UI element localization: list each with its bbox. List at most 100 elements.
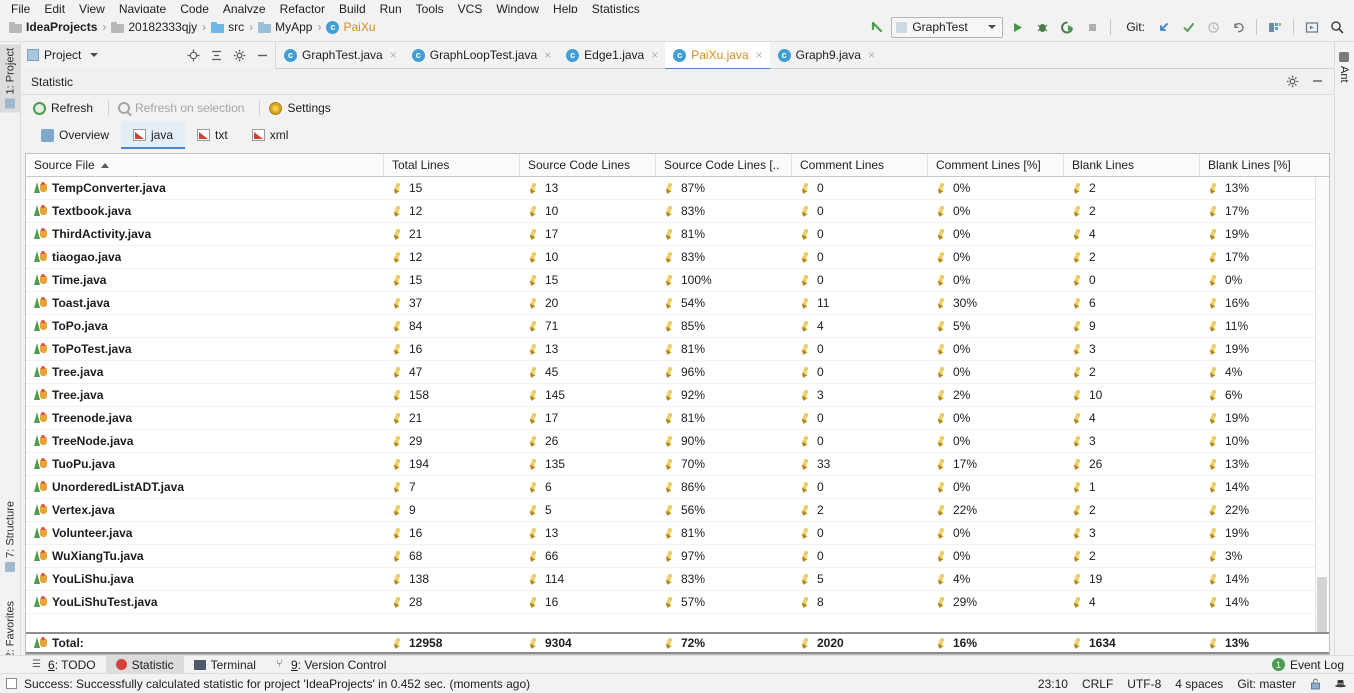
hide-icon[interactable] xyxy=(255,48,269,62)
preview-icon[interactable] xyxy=(1301,16,1323,38)
statistic-tab-java[interactable]: java xyxy=(121,121,186,149)
bottom-tab-versioncontrol[interactable]: ⑂ 9: Version Control xyxy=(266,656,396,674)
column-header-blank-lines[interactable]: Blank Lines xyxy=(1064,154,1200,176)
table-row[interactable]: TuoPu.java 194 135 70% 33 17% 26 13% xyxy=(26,453,1329,476)
table-row[interactable]: Volunteer.java 16 13 81% 0 0% 3 19% xyxy=(26,522,1329,545)
table-row[interactable]: Tree.java 158 145 92% 3 2% 10 6% xyxy=(26,384,1329,407)
collapse-all-icon[interactable] xyxy=(209,48,223,62)
close-icon[interactable]: × xyxy=(651,48,658,62)
gear-icon[interactable] xyxy=(232,48,246,62)
column-header-total-lines[interactable]: Total Lines xyxy=(384,154,520,176)
breadcrumb-item-paixu[interactable]: PaiXu xyxy=(323,20,378,34)
structure-icon[interactable] xyxy=(1264,16,1286,38)
breadcrumb-item-ideaprojects[interactable]: IdeaProjects xyxy=(6,20,100,34)
column-header-source-code-lines[interactable]: Source Code Lines [.. xyxy=(656,154,792,176)
hector-icon[interactable] xyxy=(1334,678,1346,689)
table-total-row[interactable]: Total: 12958 9304 72% 2020 16% 1634 13% xyxy=(26,632,1329,654)
menu-item-tools[interactable]: Tools xyxy=(409,3,451,14)
breadcrumb-item-src[interactable]: src xyxy=(208,20,247,34)
editor-tab-edge1[interactable]: Edge1.java × xyxy=(558,42,665,69)
editor-tab-graph9[interactable]: Graph9.java × xyxy=(770,42,882,69)
table-row[interactable]: Vertex.java 9 5 56% 2 22% 2 22% xyxy=(26,499,1329,522)
menu-item-code[interactable]: Code xyxy=(173,3,216,14)
table-row[interactable]: WuXiangTu.java 68 66 97% 0 0% 2 3% xyxy=(26,545,1329,568)
table-row[interactable]: Time.java 15 15 100% 0 0% 0 0% xyxy=(26,269,1329,292)
run-icon[interactable] xyxy=(1006,16,1028,38)
menu-item-help[interactable]: Help xyxy=(546,3,585,14)
breadcrumb-item-myapp[interactable]: MyApp xyxy=(255,20,315,34)
table-row[interactable]: TreeNode.java 29 26 90% 0 0% 3 10% xyxy=(26,430,1329,453)
status-indent[interactable]: 4 spaces xyxy=(1175,677,1223,691)
table-row[interactable]: YouLiShu.java 138 114 83% 5 4% 19 14% xyxy=(26,568,1329,591)
status-line-separator[interactable]: CRLF xyxy=(1082,677,1113,691)
search-icon[interactable] xyxy=(1326,16,1348,38)
menu-item-statistics[interactable]: Statistics xyxy=(585,3,647,14)
history-icon[interactable] xyxy=(1202,16,1224,38)
editor-tab-graphlooptest[interactable]: GraphLoopTest.java × xyxy=(404,42,558,69)
left-tab-project[interactable]: 1: Project xyxy=(0,44,21,113)
table-row[interactable]: tiaogao.java 12 10 83% 0 0% 2 17% xyxy=(26,246,1329,269)
menu-item-navigate[interactable]: Navigate xyxy=(112,3,173,14)
column-header-blank-lines[interactable]: Blank Lines [%] xyxy=(1200,154,1329,176)
table-row[interactable]: YouLiShuTest.java 28 16 57% 8 29% 4 14% xyxy=(26,591,1329,614)
rollback-icon[interactable] xyxy=(1227,16,1249,38)
column-header-source-code-lines[interactable]: Source Code Lines xyxy=(520,154,656,176)
editor-tab-graphtest[interactable]: GraphTest.java × xyxy=(276,42,404,69)
menu-item-refactor[interactable]: Refactor xyxy=(273,3,332,14)
refresh-button[interactable]: Refresh xyxy=(31,99,101,117)
close-icon[interactable]: × xyxy=(756,48,763,62)
lock-icon[interactable] xyxy=(1310,678,1320,690)
scrollbar-thumb[interactable] xyxy=(1317,577,1327,637)
column-header-source-file[interactable]: Source File xyxy=(26,154,384,176)
right-tab-ant[interactable]: Ant xyxy=(1334,48,1354,87)
menu-item-edit[interactable]: Edit xyxy=(37,3,72,14)
status-git-branch[interactable]: Git: master xyxy=(1237,677,1296,691)
table-row[interactable]: ThirdActivity.java 21 17 81% 0 0% 4 19% xyxy=(26,223,1329,246)
menu-item-view[interactable]: View xyxy=(72,3,112,14)
bottom-tab-terminal[interactable]: Terminal xyxy=(184,656,266,674)
close-icon[interactable]: × xyxy=(390,48,397,62)
chevron-down-icon[interactable] xyxy=(90,53,99,57)
breadcrumb-item-20182333qjy[interactable]: 20182333qjy xyxy=(108,20,200,34)
statistic-tab-overview[interactable]: Overview xyxy=(29,121,121,149)
editor-tab-paixu[interactable]: PaiXu.java × xyxy=(665,41,771,69)
bottom-tab-statistic[interactable]: Statistic xyxy=(105,655,184,674)
menu-item-build[interactable]: Build xyxy=(332,3,373,14)
menu-item-run[interactable]: Run xyxy=(373,3,409,14)
debug-icon[interactable] xyxy=(1031,16,1053,38)
table-row[interactable]: UnorderedListADT.java 7 6 86% 0 0% 1 14% xyxy=(26,476,1329,499)
column-header-comment-lines[interactable]: Comment Lines xyxy=(792,154,928,176)
menu-item-analyze[interactable]: Analyze xyxy=(216,3,273,14)
back-arrow-icon[interactable] xyxy=(866,16,888,38)
menu-item-file[interactable]: File xyxy=(4,3,37,14)
minimize-icon[interactable] xyxy=(1311,74,1324,90)
update-project-icon[interactable] xyxy=(1152,16,1174,38)
close-icon[interactable]: × xyxy=(544,48,551,62)
stop-icon[interactable] xyxy=(1081,16,1103,38)
locate-icon[interactable] xyxy=(186,48,200,62)
menu-item-vcs[interactable]: VCS xyxy=(451,3,490,14)
table-row[interactable]: ToPoTest.java 16 13 81% 0 0% 3 19% xyxy=(26,338,1329,361)
run-with-coverage-icon[interactable] xyxy=(1056,16,1078,38)
gear-icon[interactable] xyxy=(1286,75,1299,88)
table-body[interactable]: TempConverter.java 15 13 87% 0 0% 2 13% Textbook… xyxy=(26,177,1329,654)
statistic-tab-txt[interactable]: txt xyxy=(185,121,240,149)
close-icon[interactable]: × xyxy=(868,48,875,62)
table-row[interactable]: TempConverter.java 15 13 87% 0 0% 2 13% xyxy=(26,177,1329,200)
column-header-comment-lines[interactable]: Comment Lines [%] xyxy=(928,154,1064,176)
table-row[interactable]: Toast.java 37 20 54% 11 30% 6 16% xyxy=(26,292,1329,315)
table-row[interactable]: Textbook.java 12 10 83% 0 0% 2 17% xyxy=(26,200,1329,223)
commit-icon[interactable] xyxy=(1177,16,1199,38)
vertical-scrollbar[interactable] xyxy=(1315,177,1329,654)
event-log-button[interactable]: 1 Event Log xyxy=(1271,658,1354,672)
left-tab-structure[interactable]: 7: Structure xyxy=(0,497,21,576)
menu-item-window[interactable]: Window xyxy=(489,3,546,14)
table-row[interactable]: ToPo.java 84 71 85% 4 5% 9 11% xyxy=(26,315,1329,338)
statistic-tab-xml[interactable]: xml xyxy=(240,121,301,149)
table-row[interactable]: Tree.java 47 45 96% 0 0% 2 4% xyxy=(26,361,1329,384)
settings-button[interactable]: Settings xyxy=(267,99,338,117)
table-row[interactable]: Treenode.java 21 17 81% 0 0% 4 19% xyxy=(26,407,1329,430)
run-configuration-selector[interactable]: GraphTest xyxy=(891,16,1004,38)
bottom-tab-todo[interactable]: ☰ 6: TODO xyxy=(22,656,106,674)
status-encoding[interactable]: UTF-8 xyxy=(1127,677,1161,691)
